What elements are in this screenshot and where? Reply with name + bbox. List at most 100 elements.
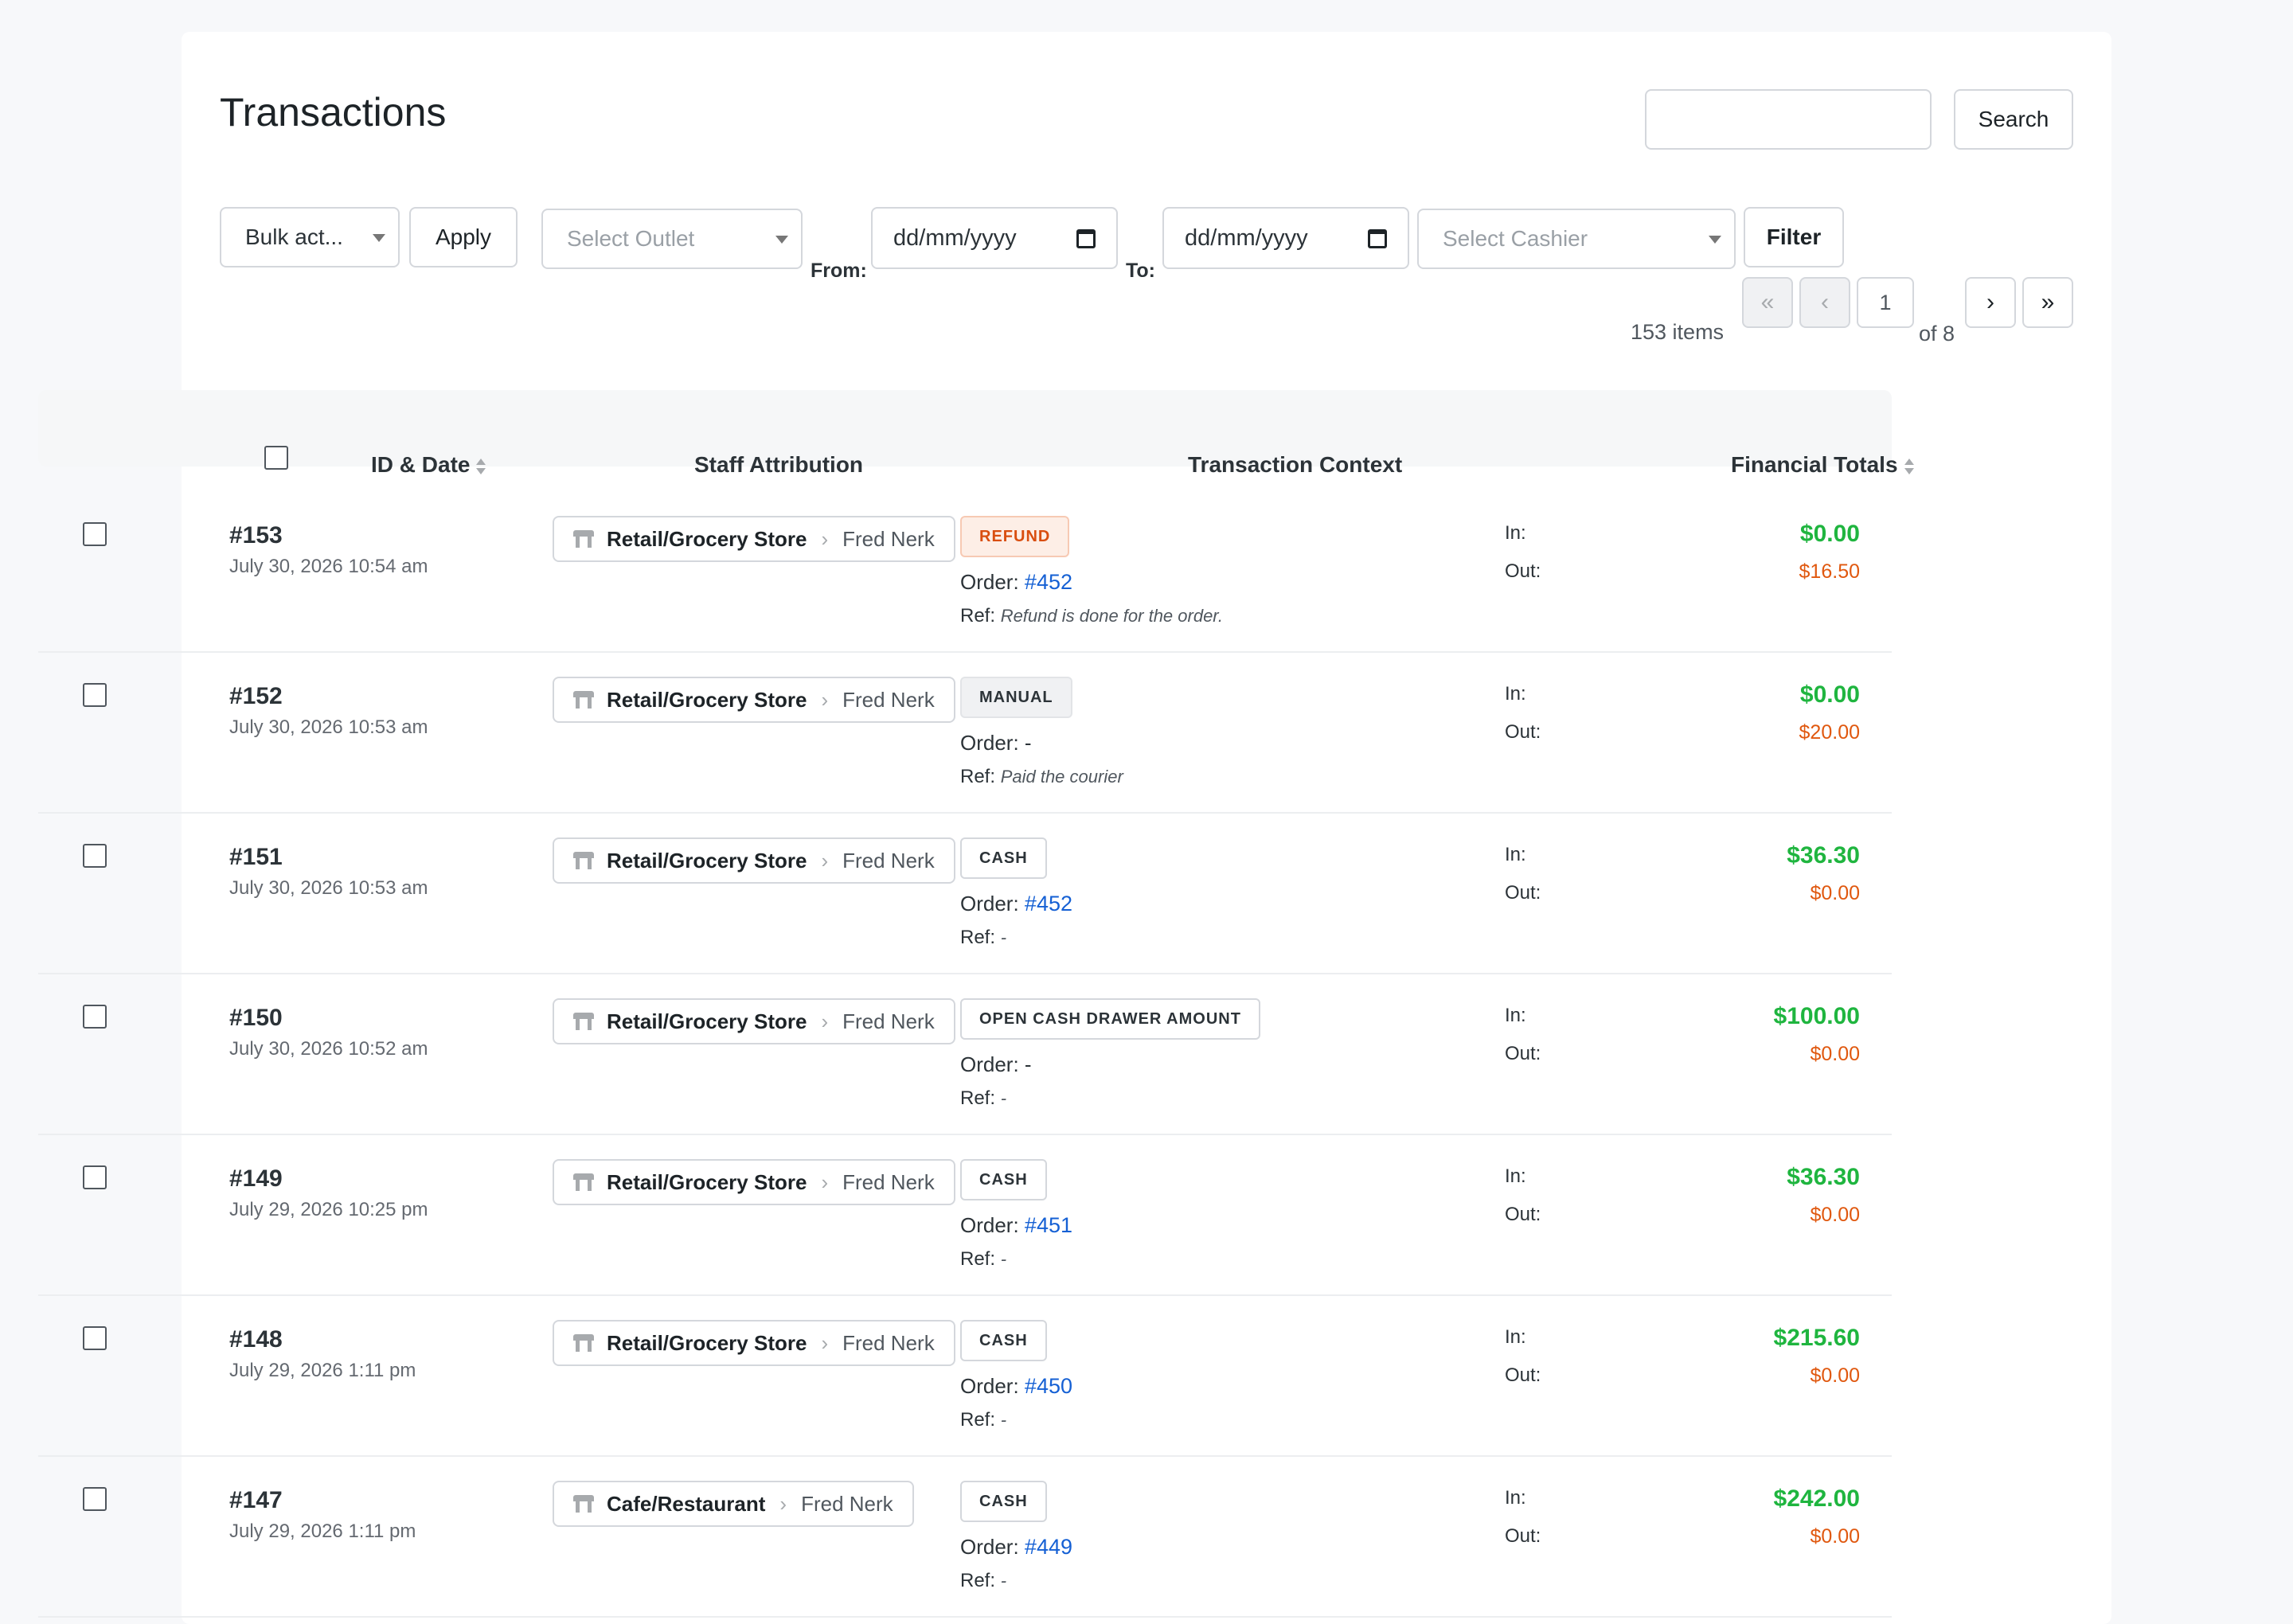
sort-financial-totals[interactable]: Financial Totals: [1731, 452, 1914, 478]
cashier-select[interactable]: Select Cashier: [1417, 209, 1736, 269]
row-checkbox[interactable]: [83, 1487, 107, 1511]
ref-label: Ref:: [960, 1409, 996, 1431]
order-link[interactable]: #452: [1025, 892, 1072, 915]
store-name: Retail/Grocery Store: [607, 1330, 807, 1355]
search-button[interactable]: Search: [1954, 89, 2073, 150]
items-count: 153 items: [1631, 320, 1725, 344]
chevron-right-icon: ›: [821, 1169, 829, 1194]
order-line: Order: #449: [960, 1535, 1072, 1560]
outlet-select[interactable]: Select Outlet: [541, 209, 803, 269]
calendar-icon[interactable]: [1368, 229, 1387, 248]
current-page-input[interactable]: 1: [1857, 277, 1914, 328]
in-amount: $36.30: [1787, 1164, 1860, 1190]
ref-line: Ref: -: [960, 1248, 1006, 1271]
in-label: In:: [1505, 1326, 1526, 1348]
row-checkbox[interactable]: [83, 844, 107, 868]
calendar-icon[interactable]: [1076, 229, 1096, 248]
row-checkbox[interactable]: [83, 522, 107, 546]
total-pages: of 8: [1919, 322, 1955, 345]
out-amount: $0.00: [1810, 1043, 1860, 1065]
first-page-button[interactable]: «: [1742, 277, 1793, 328]
store-icon: [573, 852, 594, 869]
order-value: -: [1024, 731, 1032, 755]
in-amount: $0.00: [1799, 521, 1860, 547]
to-date-value: dd/mm/yyyy: [1185, 224, 1308, 251]
row-checkbox[interactable]: [83, 1165, 107, 1189]
order-value: #451: [1025, 1213, 1072, 1237]
prev-page-button[interactable]: ‹: [1799, 277, 1850, 328]
staff-attribution[interactable]: Retail/Grocery Store › Fred Nerk: [553, 516, 955, 562]
ref-line: Ref: -: [960, 1409, 1006, 1431]
out-label: Out:: [1505, 1204, 1541, 1225]
order-link[interactable]: #452: [1025, 570, 1072, 594]
in-amount: $36.30: [1787, 842, 1860, 869]
transaction-type-badge: OPEN CASH DRAWER AMOUNT: [960, 998, 1260, 1040]
ref-line: Ref: -: [960, 1087, 1006, 1110]
last-page-button[interactable]: »: [2022, 277, 2073, 328]
transaction-date: July 30, 2026 10:54 am: [229, 556, 428, 577]
from-date-input[interactable]: dd/mm/yyyy: [871, 207, 1118, 269]
search-input[interactable]: [1645, 89, 1932, 150]
sort-icon: [1904, 457, 1914, 476]
ref-label: Ref:: [960, 605, 996, 627]
row-checkbox[interactable]: [83, 1326, 107, 1350]
caret-down-icon: [775, 236, 788, 244]
transaction-type-badge: CASH: [960, 837, 1047, 879]
order-label: Order:: [960, 1374, 1019, 1398]
ref-value: Refund is done for the order.: [1000, 606, 1223, 626]
order-link[interactable]: #449: [1025, 1535, 1072, 1559]
in-amount: $242.00: [1773, 1485, 1860, 1512]
cashier-name: Fred Nerk: [842, 1009, 935, 1033]
in-label: In:: [1505, 683, 1526, 705]
ref-line: Ref: Refund is done for the order.: [960, 605, 1223, 627]
transaction-date: July 30, 2026 10:52 am: [229, 1038, 428, 1060]
out-label: Out:: [1505, 882, 1541, 904]
row-checkbox[interactable]: [83, 1005, 107, 1029]
bulk-actions-select[interactable]: Bulk act...: [220, 207, 400, 267]
table-row: #149 July 29, 2026 10:25 pm Retail/Groce…: [38, 1134, 1892, 1296]
in-label: In:: [1505, 844, 1526, 865]
order-label: Order:: [960, 731, 1019, 755]
staff-attribution[interactable]: Retail/Grocery Store › Fred Nerk: [553, 998, 955, 1044]
store-name: Retail/Grocery Store: [607, 1009, 807, 1033]
chevron-right-icon: ›: [821, 526, 829, 551]
order-link[interactable]: #450: [1025, 1374, 1072, 1398]
store-name: Retail/Grocery Store: [607, 687, 807, 712]
table-header: [38, 390, 1892, 467]
caret-down-icon: [373, 234, 385, 242]
order-link[interactable]: #451: [1025, 1213, 1072, 1237]
outlet-placeholder: Select Outlet: [567, 226, 695, 251]
apply-button[interactable]: Apply: [409, 207, 518, 267]
transaction-date: July 29, 2026 1:11 pm: [229, 1360, 416, 1381]
order-label: Order:: [960, 570, 1019, 594]
sort-id-date[interactable]: ID & Date: [371, 452, 486, 478]
chevron-right-icon: ›: [821, 1009, 829, 1033]
cashier-name: Fred Nerk: [842, 687, 935, 712]
staff-attribution[interactable]: Retail/Grocery Store › Fred Nerk: [553, 1320, 955, 1366]
store-name: Retail/Grocery Store: [607, 848, 807, 873]
filter-button[interactable]: Filter: [1744, 207, 1844, 267]
staff-attribution[interactable]: Retail/Grocery Store › Fred Nerk: [553, 1159, 955, 1205]
in-amount: $0.00: [1799, 681, 1860, 708]
next-page-button[interactable]: ›: [1965, 277, 2016, 328]
ref-line: Ref: -: [960, 1570, 1006, 1592]
order-value: #450: [1025, 1374, 1072, 1398]
transaction-id: #151: [229, 844, 283, 870]
staff-attribution[interactable]: Retail/Grocery Store › Fred Nerk: [553, 677, 955, 723]
table-row: #153 July 30, 2026 10:54 am Retail/Groce…: [38, 490, 1892, 653]
select-all-checkbox[interactable]: [264, 446, 288, 470]
transaction-type-badge: CASH: [960, 1159, 1047, 1200]
transaction-id: #153: [229, 522, 283, 548]
staff-attribution[interactable]: Retail/Grocery Store › Fred Nerk: [553, 837, 955, 884]
transaction-type-badge: CASH: [960, 1481, 1047, 1522]
transaction-type-badge: CASH: [960, 1320, 1047, 1361]
cashier-name: Fred Nerk: [842, 1330, 935, 1355]
order-label: Order:: [960, 892, 1019, 915]
cashier-name: Fred Nerk: [801, 1491, 893, 1516]
order-value: -: [1024, 1052, 1032, 1076]
row-checkbox[interactable]: [83, 683, 107, 707]
to-date-input[interactable]: dd/mm/yyyy: [1162, 207, 1409, 269]
transaction-date: July 30, 2026 10:53 am: [229, 716, 428, 738]
store-icon: [573, 1013, 594, 1030]
staff-attribution[interactable]: Cafe/Restaurant › Fred Nerk: [553, 1481, 914, 1527]
